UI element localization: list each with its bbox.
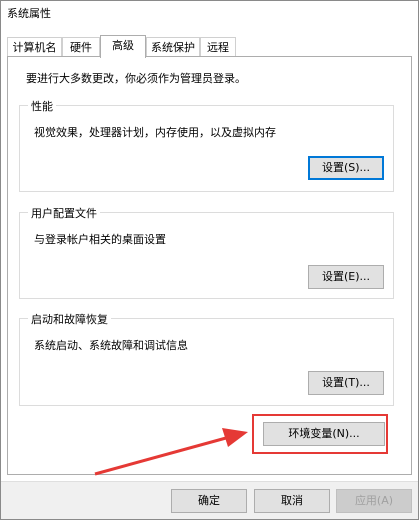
cancel-button[interactable]: 取消 <box>254 489 330 513</box>
tab-computer-name[interactable]: 计算机名 <box>7 37 62 57</box>
user-profiles-desc: 与登录帐户相关的桌面设置 <box>34 233 166 246</box>
tab-remote[interactable]: 远程 <box>200 37 236 57</box>
apply-button[interactable]: 应用(A) <box>336 489 412 513</box>
performance-title: 性能 <box>28 98 56 114</box>
annotation-highlight-box <box>252 414 388 454</box>
user-profiles-group: 用户配置文件 与登录帐户相关的桌面设置 设置(E)... <box>19 205 394 299</box>
performance-desc: 视觉效果，处理器计划，内存使用，以及虚拟内存 <box>34 126 276 139</box>
startup-recovery-settings-button[interactable]: 设置(T)... <box>308 371 384 395</box>
window-title: 系统属性 <box>7 7 51 20</box>
performance-group: 性能 视觉效果，处理器计划，内存使用，以及虚拟内存 设置(S)... <box>19 98 394 192</box>
user-profiles-settings-button[interactable]: 设置(E)... <box>308 265 384 289</box>
title-bar[interactable]: 系统属性 <box>1 1 418 27</box>
ok-button[interactable]: 确定 <box>171 489 247 513</box>
startup-recovery-group: 启动和故障恢复 系统启动、系统故障和调试信息 设置(T)... <box>19 311 394 406</box>
dialog-footer: 确定 取消 应用(A) <box>1 481 418 519</box>
performance-settings-button[interactable]: 设置(S)... <box>308 156 384 180</box>
tab-advanced[interactable]: 高级 <box>100 35 146 58</box>
startup-recovery-title: 启动和故障恢复 <box>28 311 111 327</box>
startup-recovery-desc: 系统启动、系统故障和调试信息 <box>34 339 188 352</box>
admin-notice: 要进行大多数更改，你必须作为管理员登录。 <box>26 72 246 85</box>
advanced-tab-panel: 要进行大多数更改，你必须作为管理员登录。 性能 视觉效果，处理器计划，内存使用，… <box>7 56 412 475</box>
tab-bar: 计算机名 硬件 高级 系统保护 远程 <box>7 35 412 58</box>
user-profiles-title: 用户配置文件 <box>28 205 100 221</box>
tab-system-protection[interactable]: 系统保护 <box>146 37 200 57</box>
tab-hardware[interactable]: 硬件 <box>62 37 100 57</box>
